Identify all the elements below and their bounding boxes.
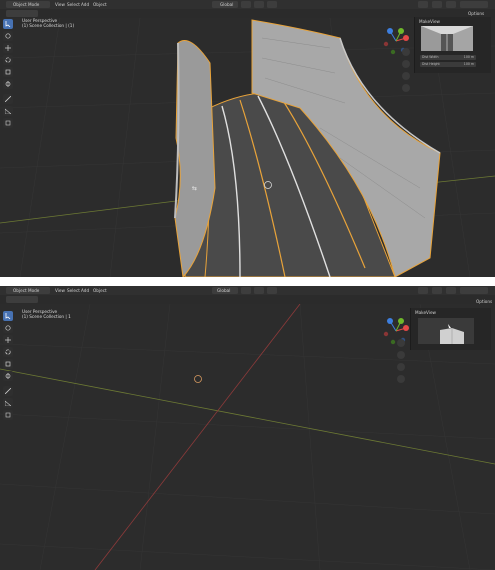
scale-icon[interactable] bbox=[3, 359, 13, 369]
visibility-button[interactable] bbox=[418, 1, 428, 8]
measure-icon[interactable] bbox=[3, 106, 13, 116]
x-axis-line bbox=[94, 304, 301, 570]
select-box-icon[interactable] bbox=[3, 19, 13, 29]
overlay-toggle-button[interactable] bbox=[446, 1, 456, 8]
select-box-icon[interactable] bbox=[3, 311, 13, 321]
move-icon[interactable] bbox=[3, 335, 13, 345]
cursor-icon[interactable] bbox=[3, 323, 13, 333]
menu-object[interactable]: Object bbox=[93, 287, 107, 294]
y-axis-line bbox=[0, 197, 201, 224]
proportional-edit-button[interactable] bbox=[267, 1, 277, 8]
move-icon[interactable] bbox=[3, 43, 13, 53]
grid-icon[interactable] bbox=[402, 84, 410, 92]
annotate-icon[interactable] bbox=[3, 94, 13, 104]
scale-icon[interactable] bbox=[3, 67, 13, 77]
camera-icon[interactable] bbox=[402, 72, 410, 80]
zoom-icon[interactable] bbox=[397, 339, 405, 347]
dist-height-field[interactable]: Dist Height 100 m bbox=[420, 62, 476, 67]
menu-add[interactable]: Add bbox=[81, 1, 89, 8]
collection-label: (1) Scene Collection | (1) bbox=[22, 23, 75, 28]
menu-add[interactable]: Add bbox=[81, 287, 89, 294]
orientation-label: Global bbox=[217, 288, 231, 293]
add-cube-icon[interactable] bbox=[3, 410, 13, 420]
preview-thumbnail bbox=[421, 26, 473, 51]
transform-icon[interactable] bbox=[3, 79, 13, 89]
snap-button[interactable] bbox=[254, 287, 264, 294]
measure-icon[interactable] bbox=[3, 398, 13, 408]
gizmo-toggle-button[interactable] bbox=[432, 1, 442, 8]
options-label[interactable]: Options bbox=[468, 10, 484, 17]
overlay-toggle-button[interactable] bbox=[446, 287, 456, 294]
menu-view[interactable]: View bbox=[55, 1, 65, 8]
viewport-subheader: Options bbox=[0, 295, 495, 304]
3d-viewport[interactable]: ⇆ User Perspective (1) Scene Collection … bbox=[0, 17, 495, 277]
menu-select[interactable]: Select bbox=[67, 1, 80, 8]
hand-pan-icon[interactable] bbox=[402, 60, 410, 68]
zoom-icon[interactable] bbox=[402, 48, 410, 56]
annotate-icon[interactable] bbox=[3, 386, 13, 396]
preview-thumbnail bbox=[418, 318, 474, 344]
pivot-button[interactable] bbox=[241, 287, 251, 294]
y-axis-line bbox=[0, 368, 495, 465]
snap-button[interactable] bbox=[254, 1, 264, 8]
shading-buttons[interactable] bbox=[460, 1, 488, 8]
dist-width-field[interactable]: Dist Width 100 m bbox=[420, 55, 476, 60]
proportional-edit-button[interactable] bbox=[267, 287, 277, 294]
orientation-label: Global bbox=[220, 2, 234, 7]
transform-icon[interactable] bbox=[3, 371, 13, 381]
hand-pan-icon[interactable] bbox=[397, 351, 405, 359]
add-cube-icon[interactable] bbox=[3, 118, 13, 128]
menu-select[interactable]: Select bbox=[67, 287, 80, 294]
sidebar-panel: MakeView Dist Width 100 m Dist Height 10… bbox=[414, 17, 491, 73]
3d-viewport[interactable]: User Perspective (1) Scene Collection | … bbox=[0, 304, 495, 570]
selection-mode-buttons[interactable] bbox=[6, 296, 38, 303]
visibility-button[interactable] bbox=[418, 287, 428, 294]
gizmo-toggle-button[interactable] bbox=[432, 287, 442, 294]
rotate-icon[interactable] bbox=[3, 347, 13, 357]
cursor-icon[interactable] bbox=[3, 31, 13, 41]
viewport-panel-top: Object Mode View Select Add Object Globa… bbox=[0, 0, 495, 277]
menu-object[interactable]: Object bbox=[93, 1, 107, 8]
rotate-icon[interactable] bbox=[3, 55, 13, 65]
camera-icon[interactable] bbox=[397, 363, 405, 371]
collection-label: (1) Scene Collection | 1 bbox=[22, 314, 71, 319]
shading-buttons[interactable] bbox=[460, 287, 488, 294]
panel-title: MakeView bbox=[419, 19, 440, 24]
3d-cursor bbox=[194, 375, 202, 383]
navigation-gizmo[interactable] bbox=[381, 316, 411, 346]
sidebar-panel: MakeView bbox=[410, 308, 491, 350]
mode-label: Object Mode bbox=[13, 2, 40, 7]
viewport-panel-bottom: Object Mode View Select Add Object Globa… bbox=[0, 286, 495, 570]
mode-label: Object Mode bbox=[13, 288, 40, 293]
selection-mode-buttons[interactable] bbox=[6, 10, 38, 17]
menu-view[interactable]: View bbox=[55, 287, 65, 294]
pivot-button[interactable] bbox=[241, 1, 251, 8]
panel-title: MakeView bbox=[415, 310, 436, 315]
grid-icon[interactable] bbox=[397, 375, 405, 383]
svg-text:⇆: ⇆ bbox=[192, 185, 197, 192]
